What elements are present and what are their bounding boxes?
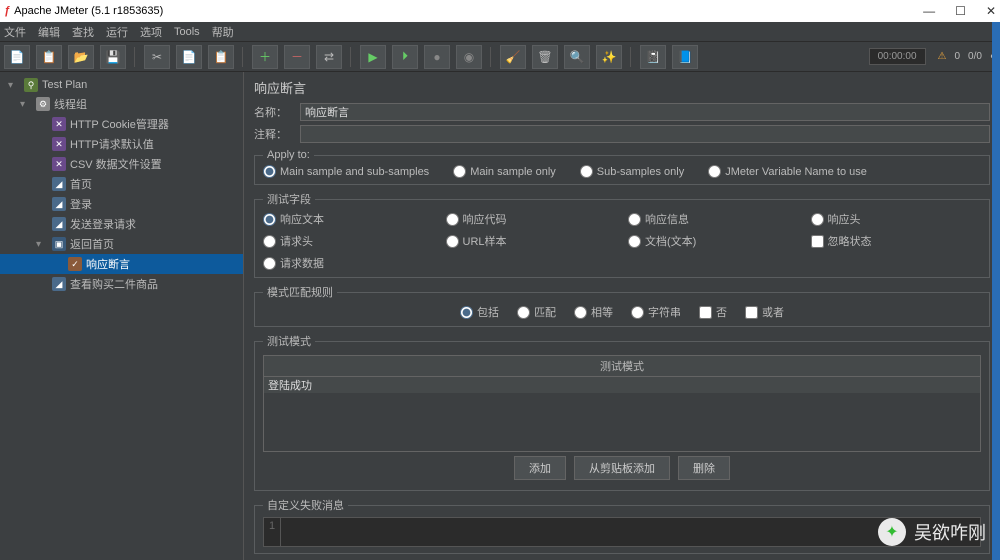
- name-input[interactable]: [300, 103, 990, 121]
- rule-not[interactable]: 否: [699, 304, 727, 320]
- menu-options[interactable]: 选项: [140, 24, 162, 40]
- window-title: Apache JMeter (5.1 r1853635): [14, 5, 163, 17]
- menu-search[interactable]: 查找: [72, 24, 94, 40]
- thread-count: 0/0: [968, 51, 982, 62]
- apply-variable[interactable]: JMeter Variable Name to use: [708, 165, 867, 178]
- save-icon[interactable]: 💾: [100, 45, 126, 69]
- toggle-icon[interactable]: ⇄: [316, 45, 342, 69]
- stop-icon[interactable]: ●: [424, 45, 450, 69]
- apply-main-sub[interactable]: Main sample and sub-samples: [263, 165, 429, 178]
- apply-to-fieldset: Apply to: Main sample and sub-samples Ma…: [254, 149, 990, 185]
- pattern-table-header: 测试模式: [263, 355, 981, 377]
- timer: 00:00:00: [869, 48, 926, 65]
- maximize-button[interactable]: ☐: [955, 4, 966, 18]
- copy-icon[interactable]: 📄: [176, 45, 202, 69]
- content-panel: 响应断言 名称： 注释： Apply to: Main sample and s…: [244, 72, 1000, 560]
- new-icon[interactable]: 📄: [4, 45, 30, 69]
- titlebar: ƒ Apache JMeter (5.1 r1853635) — ☐ ✕: [0, 0, 1000, 22]
- tree-home[interactable]: ◢首页: [0, 174, 243, 194]
- start-notimers-icon[interactable]: ⏵: [392, 45, 418, 69]
- tree-cookie-manager[interactable]: ✕HTTP Cookie管理器: [0, 114, 243, 134]
- close-button[interactable]: ✕: [986, 4, 996, 18]
- menu-file[interactable]: 文件: [4, 24, 26, 40]
- field-url[interactable]: URL样本: [446, 233, 617, 249]
- clear-icon[interactable]: 🧹: [500, 45, 526, 69]
- field-doc[interactable]: 文档(文本): [628, 233, 799, 249]
- tree-view[interactable]: ◢查看购买二件商品: [0, 274, 243, 294]
- paste-icon[interactable]: 📋: [208, 45, 234, 69]
- search-icon[interactable]: 🔍: [564, 45, 590, 69]
- reset-search-icon[interactable]: ✨: [596, 45, 622, 69]
- tree-test-plan[interactable]: ▾⚲Test Plan: [0, 76, 243, 94]
- rule-substring[interactable]: 字符串: [631, 304, 681, 320]
- templates-icon[interactable]: 📋: [36, 45, 62, 69]
- field-req-data[interactable]: 请求数据: [263, 255, 434, 271]
- menu-help[interactable]: 帮助: [212, 24, 234, 40]
- tree-response-assertion[interactable]: ✓响应断言: [0, 254, 243, 274]
- start-icon[interactable]: ▶: [360, 45, 386, 69]
- apply-main[interactable]: Main sample only: [453, 165, 556, 178]
- paste-button[interactable]: 从剪贴板添加: [574, 456, 670, 480]
- clear-all-icon[interactable]: 🗑: [532, 45, 558, 69]
- comment-label: 注释：: [254, 126, 294, 142]
- delete-button[interactable]: 删除: [678, 456, 730, 480]
- field-msg[interactable]: 响应信息: [628, 211, 799, 227]
- help-icon[interactable]: 📘: [672, 45, 698, 69]
- tree-http-defaults[interactable]: ✕HTTP请求默认值: [0, 134, 243, 154]
- menu-edit[interactable]: 编辑: [38, 24, 60, 40]
- tree-panel: ▾⚲Test Plan ▾⚙线程组 ✕HTTP Cookie管理器 ✕HTTP请…: [0, 72, 244, 560]
- app-icon: ƒ: [4, 5, 10, 17]
- add-button[interactable]: 添加: [514, 456, 566, 480]
- cut-icon[interactable]: ✂: [144, 45, 170, 69]
- function-helper-icon[interactable]: 📓: [640, 45, 666, 69]
- name-label: 名称：: [254, 104, 294, 120]
- tree-thread-group[interactable]: ▾⚙线程组: [0, 94, 243, 114]
- menu-tools[interactable]: Tools: [174, 26, 200, 38]
- apply-to-legend: Apply to:: [263, 149, 314, 161]
- watermark: ✦ 吴欲咋刚: [878, 518, 986, 546]
- tree-back-home[interactable]: ▾▣返回首页: [0, 234, 243, 254]
- rule-matches[interactable]: 匹配: [517, 304, 556, 320]
- field-req-headers[interactable]: 请求头: [263, 233, 434, 249]
- warning-icon: ⚠: [938, 51, 947, 62]
- field-ignore-status[interactable]: 忽略状态: [811, 233, 982, 249]
- pattern-row-input[interactable]: [264, 377, 980, 393]
- pattern-legend: 测试模式: [263, 333, 315, 349]
- collapse-icon[interactable]: －: [284, 45, 310, 69]
- test-field-legend: 测试字段: [263, 191, 315, 207]
- warning-count: 0: [954, 51, 960, 62]
- fail-msg-legend: 自定义失败消息: [263, 497, 348, 513]
- field-text[interactable]: 响应文本: [263, 211, 434, 227]
- toolbar: 📄 📋 📂 💾 ✂ 📄 📋 ＋ － ⇄ ▶ ⏵ ● ◉ 🧹 🗑 🔍 ✨ 📓 📘 …: [0, 42, 1000, 72]
- pattern-fieldset: 测试模式 测试模式 添加 从剪贴板添加 删除: [254, 333, 990, 491]
- shutdown-icon[interactable]: ◉: [456, 45, 482, 69]
- apply-sub[interactable]: Sub-samples only: [580, 165, 684, 178]
- minimize-button[interactable]: —: [923, 4, 935, 18]
- line-number: 1: [263, 517, 281, 547]
- wechat-icon: ✦: [878, 518, 906, 546]
- fail-msg-textarea[interactable]: [281, 517, 981, 547]
- comment-input[interactable]: [300, 125, 990, 143]
- pattern-table[interactable]: [263, 377, 981, 452]
- expand-icon[interactable]: ＋: [252, 45, 278, 69]
- test-field-fieldset: 测试字段 响应文本 响应代码 响应信息 响应头 请求头 URL样本 文档(文本)…: [254, 191, 990, 278]
- menubar: 文件 编辑 查找 运行 选项 Tools 帮助: [0, 22, 1000, 42]
- menu-run[interactable]: 运行: [106, 24, 128, 40]
- tree-csv-config[interactable]: ✕CSV 数据文件设置: [0, 154, 243, 174]
- panel-title: 响应断言: [254, 78, 990, 97]
- tree-login[interactable]: ◢登录: [0, 194, 243, 214]
- match-rule-legend: 模式匹配规则: [263, 284, 337, 300]
- open-icon[interactable]: 📂: [68, 45, 94, 69]
- field-headers[interactable]: 响应头: [811, 211, 982, 227]
- rule-equals[interactable]: 相等: [574, 304, 613, 320]
- rule-or[interactable]: 或者: [745, 304, 784, 320]
- tree-send-login[interactable]: ◢发送登录请求: [0, 214, 243, 234]
- watermark-text: 吴欲咋刚: [914, 519, 986, 545]
- match-rule-fieldset: 模式匹配规则 包括 匹配 相等 字符串 否 或者: [254, 284, 990, 327]
- scrollbar[interactable]: [992, 22, 1000, 560]
- rule-contains[interactable]: 包括: [460, 304, 499, 320]
- field-code[interactable]: 响应代码: [446, 211, 617, 227]
